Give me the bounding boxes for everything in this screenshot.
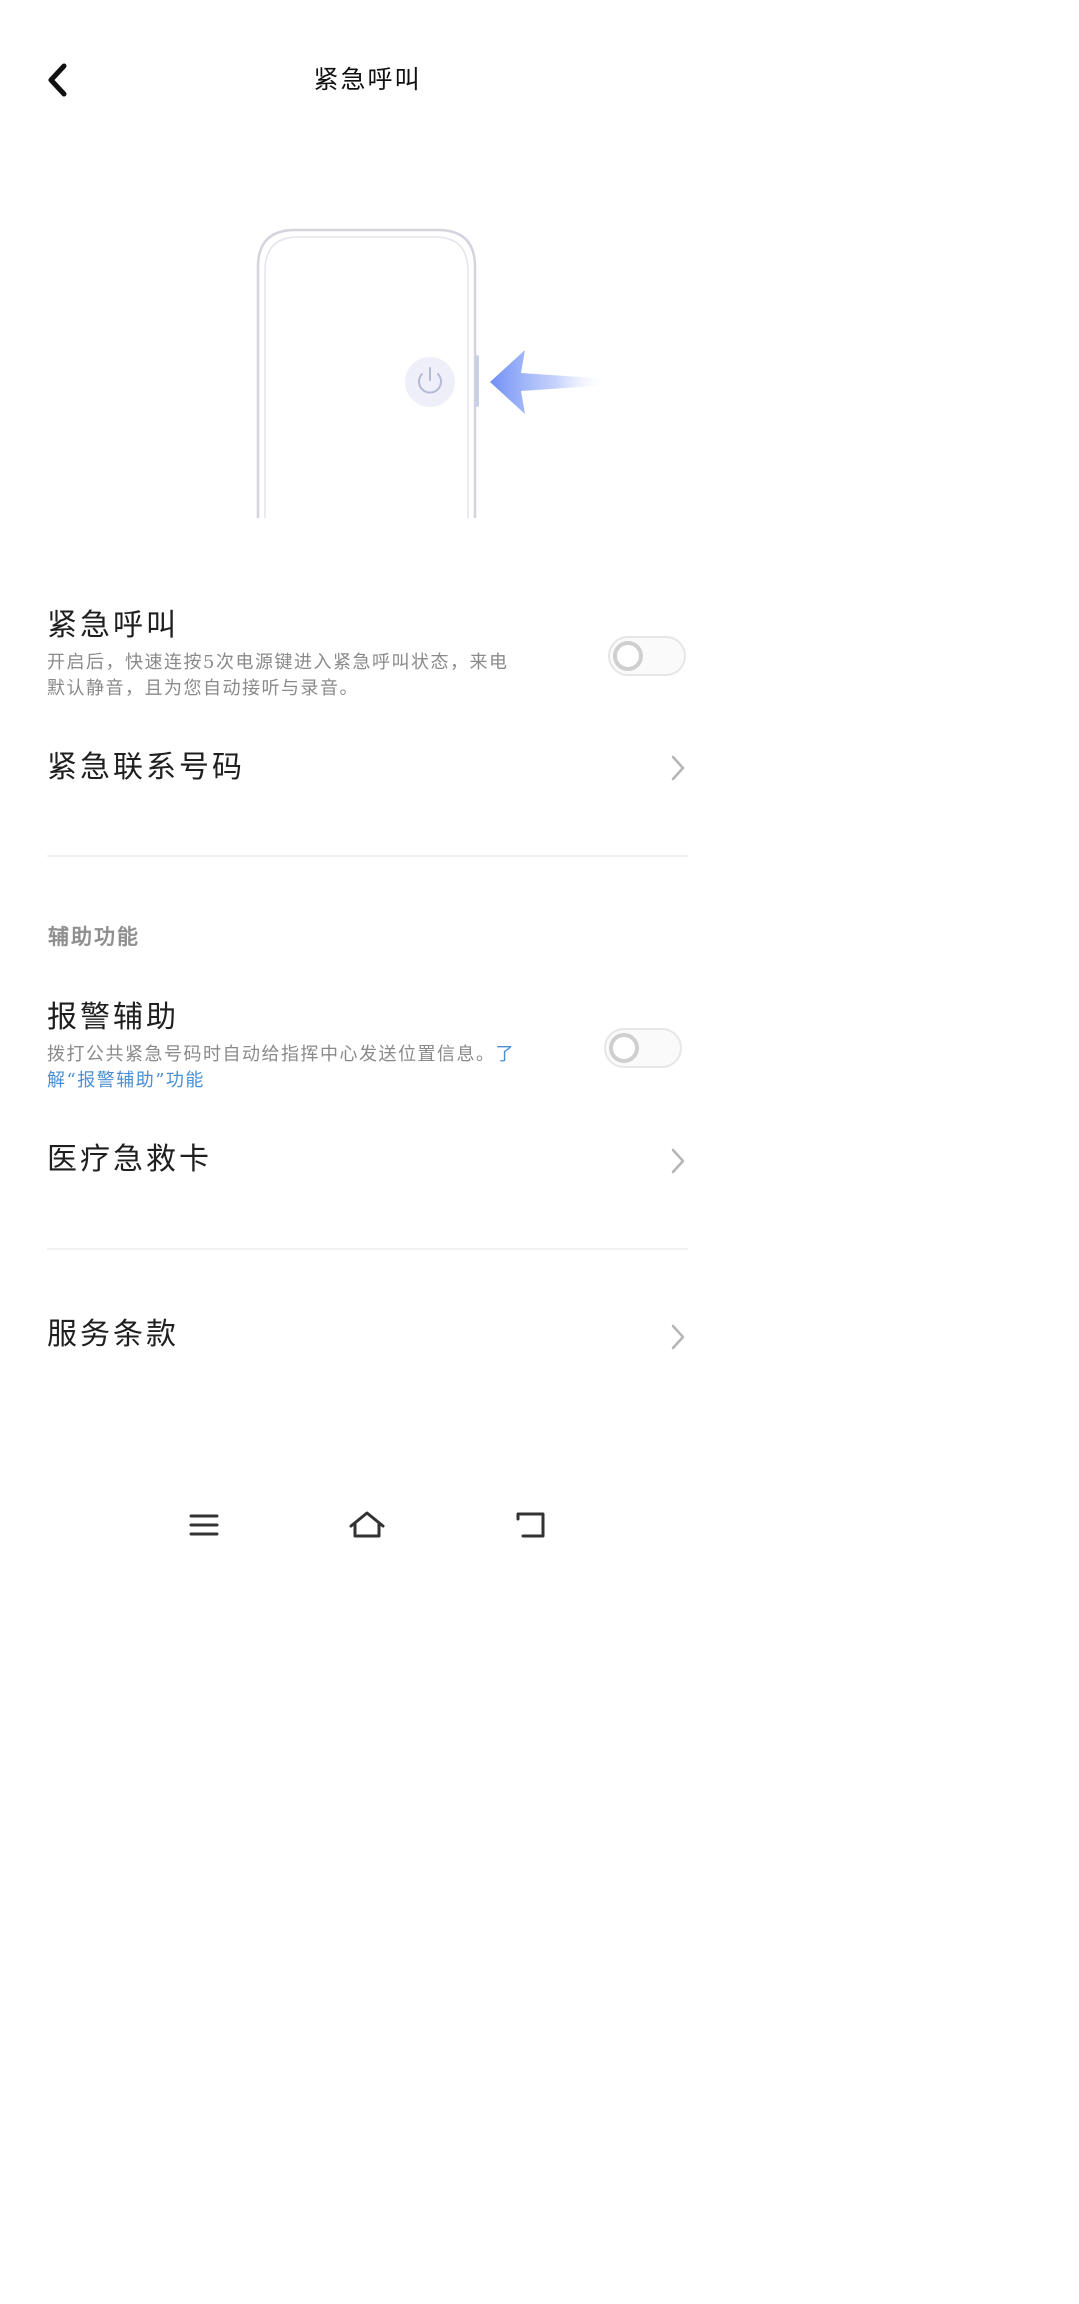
arrow-left-icon bbox=[490, 350, 610, 414]
emergency-contacts-title: 紧急联系号码 bbox=[47, 750, 245, 785]
page-title: 紧急呼叫 bbox=[313, 65, 422, 94]
power-button-illustration bbox=[240, 215, 640, 525]
alarm-assist-title: 报警辅助 bbox=[47, 1000, 179, 1035]
chevron-right-icon bbox=[668, 1147, 688, 1175]
medical-card-title: 医疗急救卡 bbox=[47, 1142, 212, 1177]
toggle-knob bbox=[613, 641, 643, 671]
back-nav-button[interactable] bbox=[508, 1505, 552, 1545]
home-button[interactable] bbox=[345, 1505, 389, 1545]
menu-button[interactable] bbox=[182, 1505, 226, 1545]
navigation-bar bbox=[0, 1485, 735, 1568]
emergency-contacts-row[interactable]: 紧急联系号码 bbox=[47, 748, 688, 792]
section-header-accessibility: 辅助功能 bbox=[48, 924, 140, 949]
alarm-assist-description-text: 拨打公共紧急号码时自动给指挥中心发送位置信息。 bbox=[47, 1044, 496, 1065]
chevron-right-icon bbox=[668, 1323, 688, 1351]
menu-icon bbox=[189, 1514, 219, 1536]
medical-card-row[interactable]: 医疗急救卡 bbox=[47, 1140, 688, 1184]
emergency-call-row: 紧急呼叫 开启后，快速连按5次电源键进入紧急呼叫状态，来电默认静音，且为您自动接… bbox=[47, 606, 688, 706]
home-icon bbox=[349, 1511, 385, 1538]
emergency-call-title: 紧急呼叫 bbox=[47, 608, 179, 643]
terms-title: 服务条款 bbox=[47, 1317, 179, 1352]
toggle-knob bbox=[609, 1033, 639, 1063]
alarm-assist-row: 报警辅助 拨打公共紧急号码时自动给指挥中心发送位置信息。了解“报警辅助”功能 bbox=[47, 998, 688, 1098]
divider bbox=[47, 1248, 688, 1250]
terms-row[interactable]: 服务条款 bbox=[47, 1315, 688, 1359]
alarm-assist-description: 拨打公共紧急号码时自动给指挥中心发送位置信息。了解“报警辅助”功能 bbox=[47, 1042, 557, 1094]
back-icon bbox=[516, 1512, 545, 1538]
emergency-call-description: 开启后，快速连按5次电源键进入紧急呼叫状态，来电默认静音，且为您自动接听与录音。 bbox=[47, 652, 509, 699]
chevron-right-icon bbox=[668, 754, 688, 782]
emergency-call-toggle[interactable] bbox=[608, 636, 686, 676]
power-icon bbox=[405, 357, 455, 407]
divider bbox=[47, 855, 688, 857]
alarm-assist-toggle[interactable] bbox=[604, 1028, 682, 1068]
